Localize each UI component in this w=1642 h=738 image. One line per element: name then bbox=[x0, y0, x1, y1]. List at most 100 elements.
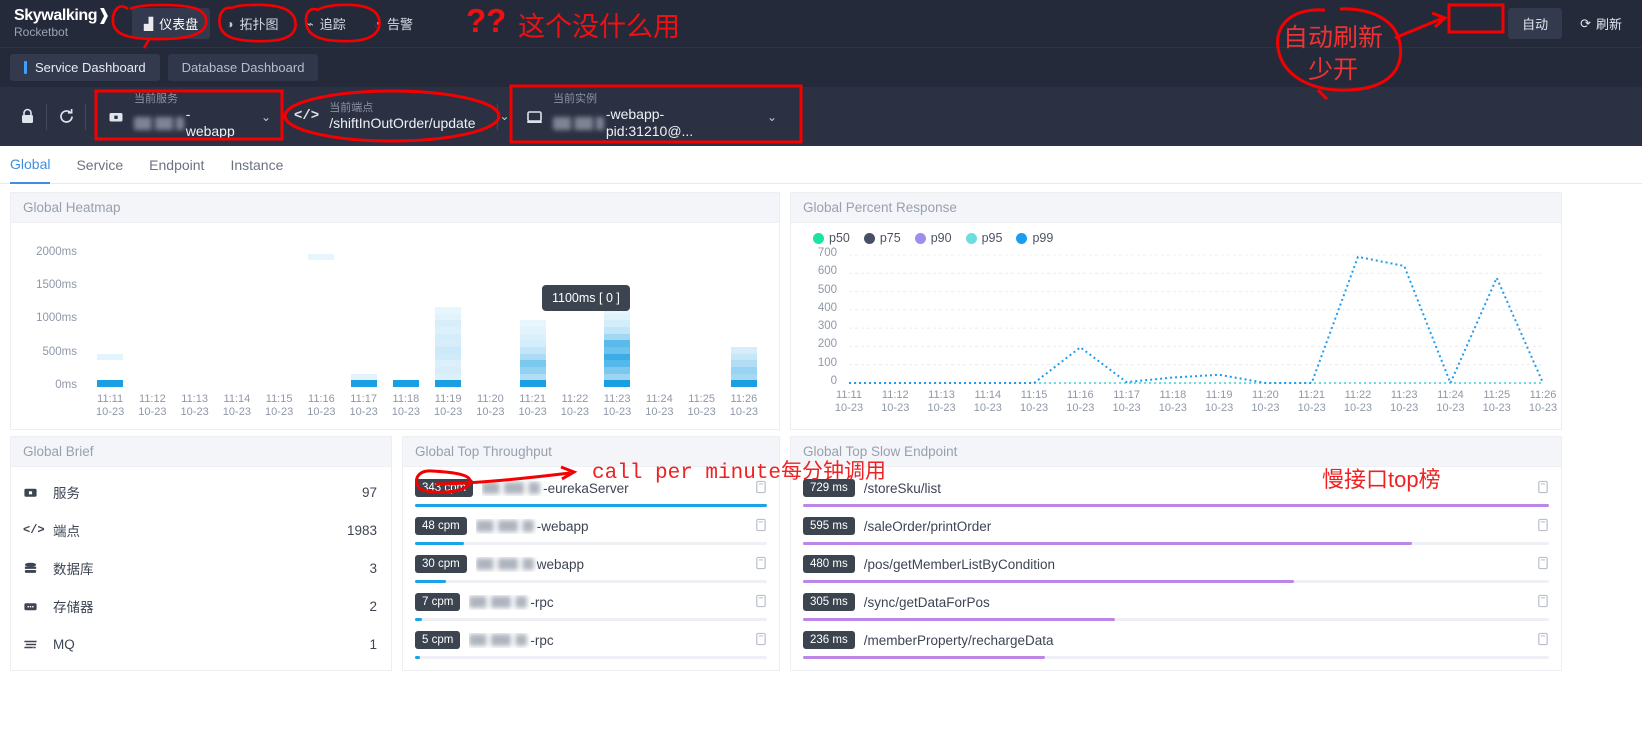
nav-item-topology[interactable]: ◑ 拓扑图 bbox=[214, 8, 290, 39]
heatmap-cell[interactable] bbox=[604, 327, 631, 334]
rank-row[interactable]: 343 cpm -eurekaServer bbox=[403, 475, 779, 513]
heatmap-cell[interactable] bbox=[435, 333, 462, 341]
slow-endpoint-list: 729 ms/storeSku/list 595 ms/saleOrder/pri… bbox=[791, 467, 1561, 670]
legend-item-p99[interactable]: p99 bbox=[1016, 231, 1053, 245]
heatmap-cell[interactable] bbox=[604, 347, 631, 354]
heatmap-cell[interactable] bbox=[604, 380, 631, 387]
copy-icon[interactable] bbox=[1536, 518, 1549, 535]
heatmap-cell[interactable] bbox=[730, 367, 757, 374]
lock-icon[interactable] bbox=[8, 97, 46, 137]
heatmap-cell[interactable] bbox=[519, 373, 546, 381]
rank-row[interactable]: 236 ms/memberProperty/rechargeData bbox=[791, 627, 1561, 665]
tab-instance[interactable]: Instance bbox=[230, 146, 283, 184]
heatmap-cell[interactable] bbox=[604, 360, 631, 367]
copy-icon[interactable] bbox=[754, 480, 767, 497]
heatmap-cell[interactable] bbox=[519, 333, 546, 341]
heatmap-cell[interactable] bbox=[730, 373, 757, 381]
instance-selector[interactable]: 当前实例 -webapp-pid:31210@... ⌄ bbox=[514, 88, 789, 145]
reload-icon[interactable] bbox=[47, 97, 85, 137]
heatmap-cell[interactable] bbox=[730, 353, 757, 361]
heatmap-chart[interactable]: 0ms 500ms 1000ms 1500ms 2000ms 11:11 10-23 11:1… bbox=[11, 223, 779, 429]
heatmap-cell[interactable] bbox=[435, 373, 462, 381]
rank-row[interactable]: 5 cpm -rpc bbox=[403, 627, 779, 665]
legend-item-p90[interactable]: p90 bbox=[914, 231, 952, 245]
heatmap-cell[interactable] bbox=[604, 353, 631, 361]
percent-response-chart[interactable]: 0 100 200 300 400 500 600 700 11:11 10-23 11:12 10-… bbox=[791, 245, 1561, 423]
rank-row[interactable]: 7 cpm -rpc bbox=[403, 589, 779, 627]
heatmap-cell[interactable] bbox=[350, 373, 377, 381]
rank-row[interactable]: 48 cpm -webapp bbox=[403, 513, 779, 551]
rank-row[interactable]: 595 ms/saleOrder/printOrder bbox=[791, 513, 1561, 551]
heatmap-cell[interactable] bbox=[519, 320, 546, 327]
endpoint-selector[interactable]: </> 当前端点 /shiftInOutOrder/update ⌄ bbox=[282, 97, 510, 137]
refresh-button[interactable]: ⟳ 刷新 bbox=[1570, 8, 1632, 39]
chevron-down-icon[interactable]: ⌄ bbox=[247, 110, 271, 124]
heatmap-cell[interactable] bbox=[604, 320, 631, 327]
heatmap-cell[interactable] bbox=[435, 360, 462, 367]
heatmap-cell[interactable] bbox=[730, 380, 757, 387]
rank-row-partial[interactable]: - bbox=[791, 665, 1561, 670]
heatmap-cell[interactable] bbox=[435, 320, 462, 327]
rank-row[interactable]: 305 ms/sync/getDataForPos bbox=[791, 589, 1561, 627]
copy-icon[interactable] bbox=[1536, 632, 1549, 649]
legend-item-p95[interactable]: p95 bbox=[965, 231, 1002, 245]
copy-icon[interactable] bbox=[754, 556, 767, 573]
heatmap-cell[interactable] bbox=[392, 380, 419, 387]
chevron-down-icon[interactable]: ⌄ bbox=[486, 109, 510, 123]
heatmap-cell[interactable] bbox=[519, 353, 546, 361]
heatmap-cell[interactable] bbox=[604, 367, 631, 374]
code-icon: </> bbox=[23, 523, 45, 537]
heatmap-cell[interactable] bbox=[435, 313, 462, 321]
heatmap-cell[interactable] bbox=[604, 333, 631, 341]
heatmap-cell[interactable] bbox=[435, 327, 462, 334]
copy-icon[interactable] bbox=[1536, 594, 1549, 611]
nav-item-alarm[interactable]: ◔ 告警 bbox=[362, 8, 425, 39]
tab-endpoint[interactable]: Endpoint bbox=[149, 146, 204, 184]
rank-row[interactable]: 729 ms/storeSku/list bbox=[791, 475, 1561, 513]
copy-icon[interactable] bbox=[754, 594, 767, 611]
heatmap-cell[interactable] bbox=[435, 367, 462, 374]
heatmap-cell[interactable] bbox=[730, 347, 757, 354]
service-selector[interactable]: 当前服务 -webapp ⌄ bbox=[96, 88, 281, 145]
auto-refresh-button[interactable]: 自动 bbox=[1508, 8, 1563, 39]
heatmap-cell[interactable] bbox=[435, 340, 462, 347]
tab-service[interactable]: Service bbox=[76, 146, 123, 184]
tab-database-dashboard[interactable]: Database Dashboard bbox=[167, 54, 319, 81]
tab-global[interactable]: Global bbox=[10, 146, 51, 184]
copy-icon[interactable] bbox=[1536, 556, 1549, 573]
heatmap-cell[interactable] bbox=[604, 340, 631, 347]
heatmap-cell[interactable] bbox=[435, 380, 462, 387]
nav-item-dashboard[interactable]: ▟ 仪表盘 bbox=[132, 8, 211, 39]
heatmap-cell[interactable] bbox=[519, 340, 546, 347]
rank-label: /memberProperty/rechargeData bbox=[864, 633, 1054, 648]
tab-service-dashboard[interactable]: Service Dashboard bbox=[10, 54, 160, 81]
lists-row: Global Brief 服务 97 </> 端点 1983 数据库 3 存储器 2 MQ 1 Gl… bbox=[0, 430, 1642, 671]
rank-row[interactable]: 480 ms/pos/getMemberListByCondition bbox=[791, 551, 1561, 589]
heatmap-cell[interactable] bbox=[519, 360, 546, 367]
heatmap-cell[interactable] bbox=[97, 380, 124, 387]
heatmap-cell[interactable] bbox=[519, 380, 546, 387]
nav-item-trace[interactable]: ⌁ 追踪 bbox=[295, 8, 358, 39]
rank-track bbox=[415, 542, 767, 545]
heatmap-cell[interactable] bbox=[435, 353, 462, 361]
heatmap-cell[interactable] bbox=[519, 347, 546, 354]
heatmap-x-tick: 11:25 10-23 bbox=[687, 393, 716, 418]
rank-row-partial[interactable]: - bbox=[403, 665, 779, 670]
heatmap-cell[interactable] bbox=[519, 327, 546, 334]
heatmap-cell[interactable] bbox=[435, 347, 462, 354]
rank-row[interactable]: 30 cpm webapp bbox=[403, 551, 779, 589]
heatmap-cell[interactable] bbox=[308, 253, 335, 261]
copy-icon[interactable] bbox=[754, 518, 767, 535]
heatmap-cell[interactable] bbox=[730, 360, 757, 367]
heatmap-cell[interactable] bbox=[97, 353, 124, 361]
heatmap-cell[interactable] bbox=[350, 380, 377, 387]
legend-item-p50[interactable]: p50 bbox=[813, 231, 850, 245]
heatmap-cell[interactable] bbox=[604, 373, 631, 381]
heatmap-cell[interactable] bbox=[604, 313, 631, 321]
copy-icon[interactable] bbox=[1536, 480, 1549, 497]
copy-icon[interactable] bbox=[754, 632, 767, 649]
heatmap-cell[interactable] bbox=[435, 307, 462, 314]
chevron-down-icon[interactable]: ⌄ bbox=[753, 110, 777, 124]
heatmap-cell[interactable] bbox=[519, 367, 546, 374]
legend-item-p75[interactable]: p75 bbox=[863, 231, 901, 245]
